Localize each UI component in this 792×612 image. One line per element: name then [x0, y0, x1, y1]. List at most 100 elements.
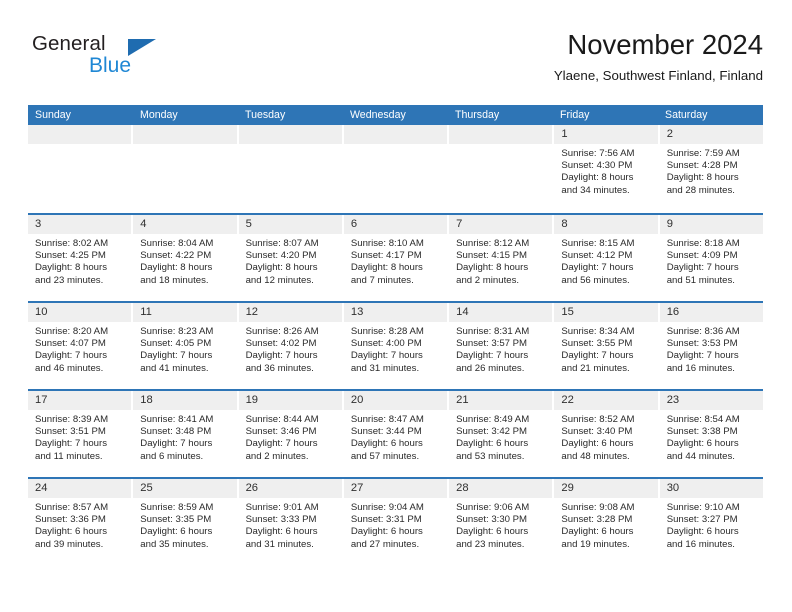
daylight-text-line1: Daylight: 8 hours: [245, 262, 318, 274]
day-cell[interactable]: 6 Sunrise: 8:10 AM Sunset: 4:17 PM Daylight…: [343, 215, 450, 301]
sunrise-text: Sunrise: 8:52 AM: [561, 414, 635, 425]
sunrise-text: Sunrise: 8:36 AM: [666, 326, 740, 337]
day-cell[interactable]: 18 Sunrise: 8:41 AM Sunset: 3:48 PM Dayligh…: [133, 391, 239, 477]
day-cell[interactable]: 13 Sunrise: 8:28 AM Sunset: 4:00 PM Dayligh…: [343, 303, 450, 389]
day-cell-empty: [343, 125, 450, 213]
sunrise-text: Sunrise: 7:56 AM: [561, 148, 635, 159]
day-cell[interactable]: 1 Sunrise: 7:56 AM Sunset: 4:30 PM Daylight…: [554, 125, 660, 213]
sunrise-text: Sunrise: 7:59 AM: [666, 148, 740, 159]
sunrise-text: Sunrise: 8:41 AM: [140, 414, 214, 425]
day-cell[interactable]: 21 Sunrise: 8:49 AM Sunset: 3:42 PM Dayligh…: [449, 391, 555, 477]
day-sun-info: Sunrise: 8:20 AM Sunset: 4:07 PM Daylight:…: [28, 322, 131, 375]
day-cell[interactable]: 17 Sunrise: 8:39 AM Sunset: 3:51 PM Dayligh…: [28, 391, 134, 477]
daylight-text-line1: Daylight: 7 hours: [245, 438, 318, 450]
day-cell[interactable]: 29 Sunrise: 9:08 AM Sunset: 3:28 PM Dayligh…: [554, 479, 660, 565]
daylight-text-line2: and 31 minutes.: [350, 362, 420, 374]
day-sun-info: Sunrise: 9:01 AM Sunset: 3:33 PM Daylight:…: [239, 498, 342, 551]
day-cell[interactable]: 7 Sunrise: 8:12 AM Sunset: 4:15 PM Daylight…: [449, 215, 555, 301]
day-cell-empty: [238, 125, 344, 213]
day-number: 7: [449, 215, 553, 234]
day-cell[interactable]: 9 Sunrise: 8:18 AM Sunset: 4:09 PM Daylight…: [659, 215, 763, 301]
brand-logo[interactable]: General Blue: [28, 32, 228, 90]
day-cell[interactable]: 8 Sunrise: 8:15 AM Sunset: 4:12 PM Daylight…: [554, 215, 660, 301]
triangle-icon: [128, 39, 156, 56]
daylight-text-line2: and 12 minutes.: [245, 274, 314, 286]
sunrise-text: Sunrise: 8:47 AM: [350, 414, 424, 425]
daylight-text-line2: and 53 minutes.: [456, 450, 525, 462]
day-cell[interactable]: 5 Sunrise: 8:07 AM Sunset: 4:20 PM Daylight…: [238, 215, 344, 301]
day-cell[interactable]: 27 Sunrise: 9:04 AM Sunset: 3:31 PM Dayligh…: [343, 479, 450, 565]
day-cell[interactable]: 30 Sunrise: 9:10 AM Sunset: 3:27 PM Dayligh…: [659, 479, 763, 565]
day-cell[interactable]: 28 Sunrise: 9:06 AM Sunset: 3:30 PM Dayligh…: [449, 479, 555, 565]
day-sun-info: Sunrise: 8:07 AM Sunset: 4:20 PM Daylight:…: [239, 234, 342, 287]
sunset-text: Sunset: 3:33 PM: [245, 514, 317, 526]
daylight-text-line2: and 7 minutes.: [350, 274, 414, 286]
day-cell[interactable]: 16 Sunrise: 8:36 AM Sunset: 3:53 PM Dayligh…: [659, 303, 763, 389]
day-cell[interactable]: 12 Sunrise: 8:26 AM Sunset: 4:02 PM Dayligh…: [238, 303, 344, 389]
day-number: 12: [238, 303, 342, 322]
day-number: 24: [28, 479, 132, 498]
sunset-text: Sunset: 4:17 PM: [350, 250, 422, 262]
brand-name-general: General: [32, 32, 106, 55]
daylight-text-line2: and 23 minutes.: [456, 538, 525, 550]
daylight-text-line2: and 48 minutes.: [561, 450, 630, 462]
day-cell[interactable]: 15 Sunrise: 8:34 AM Sunset: 3:55 PM Dayligh…: [554, 303, 660, 389]
day-cell[interactable]: 23 Sunrise: 8:54 AM Sunset: 3:38 PM Dayligh…: [659, 391, 763, 477]
daylight-text-line2: and 6 minutes.: [140, 450, 204, 462]
sunset-text: Sunset: 3:42 PM: [456, 426, 528, 438]
daylight-text-line1: Daylight: 7 hours: [140, 350, 213, 362]
sunrise-text: Sunrise: 8:49 AM: [456, 414, 530, 425]
day-cell[interactable]: 2 Sunrise: 7:59 AM Sunset: 4:28 PM Daylight…: [659, 125, 763, 213]
day-number: 25: [133, 479, 237, 498]
sunrise-text: Sunrise: 8:34 AM: [561, 326, 635, 337]
weekday-thursday: Thursday: [455, 109, 500, 121]
day-number: 28: [449, 479, 553, 498]
day-sun-info: Sunrise: 8:10 AM Sunset: 4:17 PM Daylight:…: [344, 234, 447, 287]
calendar-week-row: 24 Sunrise: 8:57 AM Sunset: 3:36 PM Dayligh…: [28, 477, 763, 565]
day-cell[interactable]: 3 Sunrise: 8:02 AM Sunset: 4:25 PM Daylight…: [28, 215, 134, 301]
daylight-text-line2: and 2 minutes.: [245, 450, 309, 462]
day-sun-info: Sunrise: 9:06 AM Sunset: 3:30 PM Daylight:…: [449, 498, 552, 551]
daylight-text-line2: and 34 minutes.: [561, 184, 630, 196]
day-cell[interactable]: 14 Sunrise: 8:31 AM Sunset: 3:57 PM Dayligh…: [449, 303, 555, 389]
day-sun-info: Sunrise: 9:04 AM Sunset: 3:31 PM Daylight:…: [344, 498, 447, 551]
day-cell[interactable]: 24 Sunrise: 8:57 AM Sunset: 3:36 PM Dayligh…: [28, 479, 134, 565]
sunrise-text: Sunrise: 8:26 AM: [245, 326, 319, 337]
daylight-text-line2: and 56 minutes.: [561, 274, 630, 286]
sunrise-text: Sunrise: 9:08 AM: [561, 502, 635, 513]
sunset-text: Sunset: 3:35 PM: [140, 514, 212, 526]
sunset-text: Sunset: 4:05 PM: [140, 338, 212, 350]
daylight-text-line1: Daylight: 6 hours: [456, 438, 529, 450]
day-sun-info: Sunrise: 7:59 AM Sunset: 4:28 PM Daylight:…: [660, 144, 763, 197]
day-number: 4: [133, 215, 237, 234]
day-cell[interactable]: 4 Sunrise: 8:04 AM Sunset: 4:22 PM Daylight…: [133, 215, 239, 301]
day-sun-info: Sunrise: 8:52 AM Sunset: 3:40 PM Daylight:…: [554, 410, 657, 463]
sunset-text: Sunset: 3:51 PM: [35, 426, 106, 438]
weekday-monday: Monday: [140, 109, 178, 121]
calendar-week-row: 1 Sunrise: 7:56 AM Sunset: 4:30 PM Daylight…: [28, 125, 763, 213]
daylight-text-line1: Daylight: 7 hours: [561, 350, 634, 362]
day-cell[interactable]: 20 Sunrise: 8:47 AM Sunset: 3:44 PM Dayligh…: [343, 391, 450, 477]
day-number: 10: [28, 303, 132, 322]
day-number: 5: [238, 215, 342, 234]
daylight-text-line2: and 39 minutes.: [35, 538, 104, 550]
daylight-text-line1: Daylight: 6 hours: [561, 438, 634, 450]
sunset-text: Sunset: 3:28 PM: [561, 514, 633, 526]
sunrise-text: Sunrise: 8:54 AM: [666, 414, 740, 425]
day-cell[interactable]: 25 Sunrise: 8:59 AM Sunset: 3:35 PM Dayligh…: [133, 479, 239, 565]
day-cell[interactable]: 11 Sunrise: 8:23 AM Sunset: 4:05 PM Dayligh…: [133, 303, 239, 389]
day-sun-info: Sunrise: 8:28 AM Sunset: 4:00 PM Daylight:…: [344, 322, 447, 375]
day-cell[interactable]: 26 Sunrise: 9:01 AM Sunset: 3:33 PM Dayligh…: [238, 479, 344, 565]
day-cell[interactable]: 22 Sunrise: 8:52 AM Sunset: 3:40 PM Dayligh…: [554, 391, 660, 477]
day-sun-info: Sunrise: 8:12 AM Sunset: 4:15 PM Daylight:…: [449, 234, 552, 287]
page-header: General Blue November 2024 Ylaene, South…: [28, 28, 763, 94]
location-subtitle: Ylaene, Southwest Finland, Finland: [553, 68, 763, 83]
day-cell[interactable]: 10 Sunrise: 8:20 AM Sunset: 4:07 PM Dayligh…: [28, 303, 134, 389]
daylight-text-line2: and 19 minutes.: [561, 538, 630, 550]
daylight-text-line2: and 46 minutes.: [35, 362, 104, 374]
day-cell[interactable]: 19 Sunrise: 8:44 AM Sunset: 3:46 PM Dayligh…: [238, 391, 344, 477]
sunrise-text: Sunrise: 9:04 AM: [350, 502, 424, 513]
sunset-text: Sunset: 3:55 PM: [561, 338, 633, 350]
day-sun-info: Sunrise: 8:31 AM Sunset: 3:57 PM Daylight:…: [449, 322, 552, 375]
daylight-text-line1: Daylight: 7 hours: [666, 350, 739, 362]
